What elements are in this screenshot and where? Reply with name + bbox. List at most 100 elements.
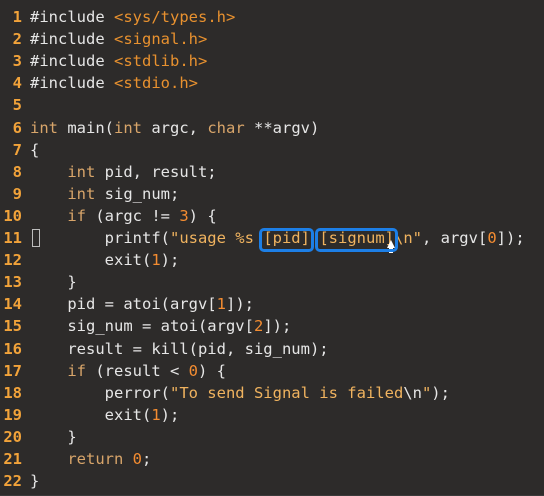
code-token: } [30,472,40,491]
code-token: 0 [132,450,143,468]
code-line[interactable]: 1 #include <sys/types.h> [0,6,544,28]
code-text: { [30,139,39,161]
code-text: #include <stdlib.h> [30,50,207,72]
code-token: int [30,118,58,137]
code-line[interactable]: 10 if (argc != 3) { [0,205,544,227]
code-token: sig_num; [95,184,180,203]
code-token: "To send Signal is failed [169,383,404,402]
line-number: 3 [12,52,22,71]
code-token: ); [160,251,180,270]
code-text: int main(int argc, char **argv) [30,117,319,139]
line-number: 10 [3,206,22,225]
code-line[interactable]: 14 pid = atoi(argv[1]); [0,293,544,315]
code-token: <sys/types.h> [114,8,236,26]
code-line[interactable]: 6 int main(int argc, char **argv) [0,117,544,139]
code-token: #include [30,52,114,71]
code-text: exit(1); [30,249,180,271]
code-token: #include [30,74,114,93]
code-line[interactable]: 16 result = kill(pid, sig_num); [0,338,544,360]
line-number: 13 [3,273,22,292]
code-line[interactable]: 3 #include <stdlib.h> [0,50,544,72]
code-line[interactable]: 2 #include <signal.h> [0,28,544,50]
code-line[interactable]: 22} [0,470,544,492]
code-token: **argv) [244,118,320,137]
code-token: ) { [198,361,226,380]
code-token: return [67,450,124,468]
code-token: if [67,361,86,380]
code-token: ]); [263,317,292,336]
code-token: ; [142,450,152,468]
line-number: 2 [12,30,22,49]
line-number: 4 [12,74,22,93]
code-token: exit( [30,251,152,270]
code-text: perror("To send Signal is failed\n"); [30,382,450,404]
code-token: } [30,427,77,446]
code-token: 1 [151,251,161,270]
line-number: 7 [12,140,22,159]
code-line[interactable]: 19 exit(1); [0,404,544,426]
code-token: 1 [216,295,226,314]
code-line[interactable]: 18 perror("To send Signal is failed\n"); [0,382,544,404]
code-text: int pid, result; [30,161,216,183]
code-token: sig_num = atoi(argv[ [30,317,254,336]
line-number: 9 [12,184,22,203]
code-token: ); [160,405,180,424]
code-token: , argv[ [421,229,488,247]
line-number: 14 [3,295,22,314]
code-token: ]); [496,229,525,247]
code-line[interactable]: 17 if (result < 0) { [0,360,544,382]
code-token: <stdio.h> [114,74,198,93]
code-text: if (argc != 3) { [30,205,216,227]
code-token: ); [431,383,450,402]
code-token: printf( [30,229,170,247]
code-token: <stdlib.h> [114,52,208,71]
code-token: int [67,184,96,203]
code-token: #include [30,30,114,49]
code-line[interactable]: 4 #include <stdio.h> [0,72,544,94]
code-token: "usage %s [169,229,264,247]
code-line[interactable]: 13 } [0,271,544,293]
code-token: int [114,118,142,137]
code-token: int [67,162,96,181]
code-token: perror( [30,383,170,402]
line-number: 18 [3,383,22,402]
text-caret-icon [32,229,40,247]
code-text: #include <sys/types.h> [30,6,235,28]
code-line[interactable]: 12 exit(1); [0,249,544,271]
code-line[interactable]: 8 int pid, result; [0,161,544,183]
line-number: 1 [12,8,22,26]
code-token: 2 [253,317,264,336]
code-token: char [207,118,245,137]
code-token: 3 [179,206,189,225]
line-number: 11 [3,229,22,247]
code-token: } [30,273,77,292]
code-text: } [30,426,77,448]
code-line[interactable]: 9 int sig_num; [0,183,544,205]
code-token: (result < [86,361,189,380]
code-text: return 0; [30,448,151,470]
code-text: #include <stdio.h> [30,72,198,94]
code-token: 0 [188,361,198,380]
code-line[interactable]: 20 } [0,426,544,448]
code-line[interactable]: 5 [0,94,544,116]
code-text: } [30,470,39,492]
code-text: int sig_num; [30,183,179,205]
code-line[interactable]: 21 return 0; [0,448,544,470]
line-number: 8 [12,162,22,181]
code-token: \n" [393,229,422,247]
code-token: \n [403,383,422,402]
code-line[interactable]: 7{ [0,139,544,161]
code-token: #include [30,8,114,26]
line-number: 12 [3,251,22,270]
code-line[interactable]: 15 sig_num = atoi(argv[2]); [0,315,544,337]
code-token: result = kill(pid, sig_num); [30,339,329,358]
code-token: " [421,383,432,402]
code-token: 0 [487,229,497,247]
line-number: 5 [12,96,22,115]
line-number: 6 [12,118,22,137]
line-number: 19 [3,405,22,424]
